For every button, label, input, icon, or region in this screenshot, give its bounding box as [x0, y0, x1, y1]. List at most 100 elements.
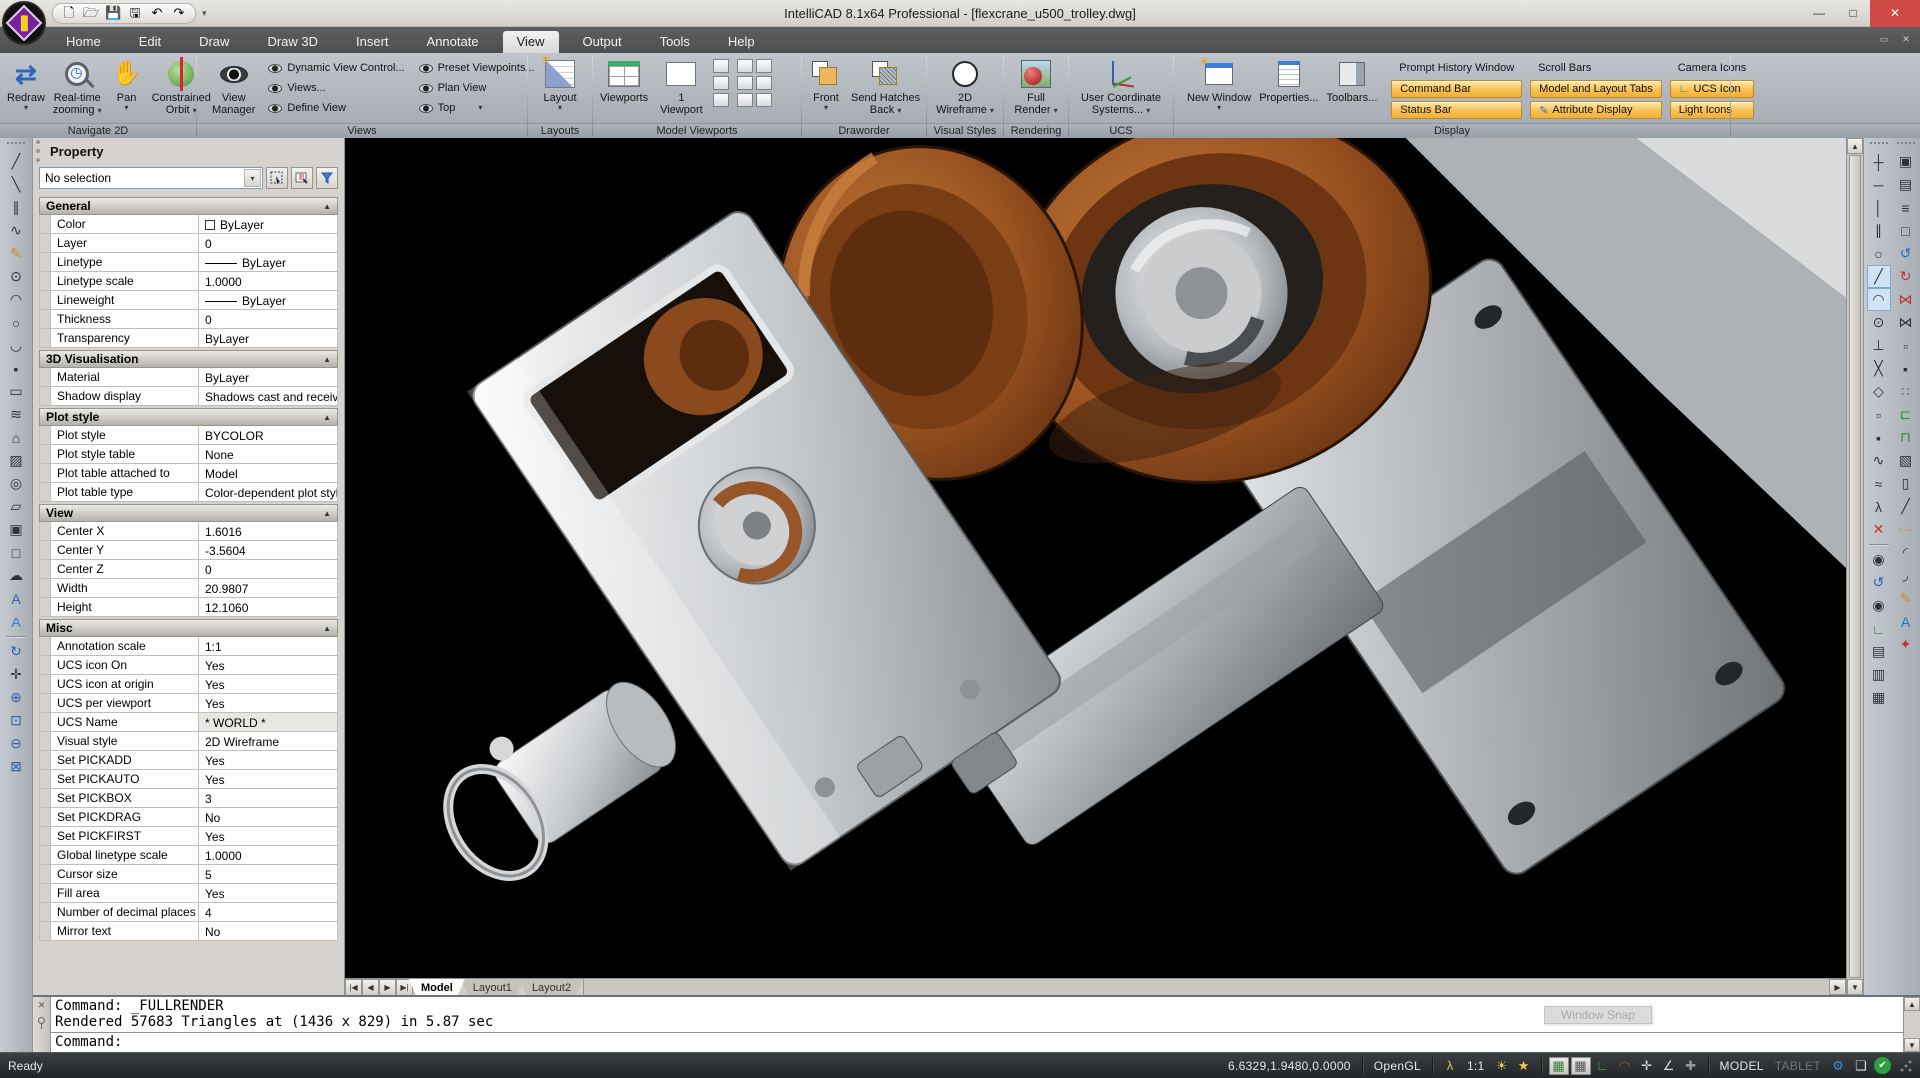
text-tool-icon[interactable]: A [4, 587, 28, 610]
tab-layout2[interactable]: Layout2 [520, 979, 583, 995]
polar-icon[interactable]: ◠ [1615, 1057, 1635, 1075]
property-value[interactable]: 1:1 [199, 637, 337, 655]
text-edit-icon[interactable]: A [1894, 610, 1918, 633]
esnap-icon[interactable]: ✛ [1637, 1057, 1657, 1075]
settings-gear-icon[interactable]: ⚙ [1828, 1057, 1848, 1075]
collapse-arrow-icon[interactable]: ▲ [323, 413, 331, 422]
viewport-two-vertical-icon[interactable] [713, 59, 729, 73]
offset-icon[interactable]: ≡ [1894, 196, 1918, 219]
rotate-icon[interactable]: ↺ [1894, 242, 1918, 265]
boundary-tool-icon[interactable]: □ [4, 541, 28, 564]
display-toggle-prompt-history-window[interactable]: Prompt History Window [1391, 59, 1522, 77]
select-crossing-icon[interactable]: ▪ [1894, 357, 1918, 380]
select-window-icon[interactable]: ▫ [1894, 334, 1918, 357]
property-row-plot-style[interactable]: Plot styleBYCOLOR [39, 426, 338, 445]
property-value[interactable]: ByLayer [199, 291, 337, 309]
close-button[interactable]: ✕ [1870, 0, 1920, 27]
view-box-front-icon[interactable]: ▥ [1867, 663, 1891, 686]
viewport-off-icon[interactable] [756, 76, 772, 90]
tab-model[interactable]: Model [409, 979, 465, 995]
property-row-cursor-size[interactable]: Cursor size5 [39, 865, 338, 884]
chevron-down-icon[interactable]: ▾ [244, 169, 261, 187]
previous-tab-button[interactable]: ◀ [362, 979, 379, 995]
property-row-set-pickauto[interactable]: Set PICKAUTOYes [39, 770, 338, 789]
toolbars-button[interactable]: Toolbars... [1323, 55, 1382, 104]
viewport-three-icon[interactable] [713, 76, 729, 90]
paste-icon[interactable]: □ [1894, 219, 1918, 242]
section-header-misc[interactable]: Misc▲ [39, 619, 338, 637]
magic-wand-icon[interactable]: ✦ [1894, 633, 1918, 656]
dropdown-arrow-icon[interactable]: ▾ [478, 104, 482, 112]
redraw-button[interactable]: ⇄ Redraw ▾ [3, 55, 49, 112]
open-file-icon[interactable]: 🗁 [83, 5, 99, 21]
annotation-visibility-icon[interactable]: ☀ [1492, 1057, 1512, 1075]
property-row-number-of-decimal-places[interactable]: Number of decimal places4 [39, 903, 338, 922]
property-value[interactable]: None [199, 445, 337, 463]
snap-endpoint-icon[interactable]: ─ [1867, 173, 1891, 196]
property-row-shadow-display[interactable]: Shadow displayShadows cast and received [39, 387, 338, 406]
chamfer-icon[interactable]: ◞ [1894, 564, 1918, 587]
one-viewport-button[interactable]: 1 Viewport [656, 55, 707, 116]
display-toggle-attribute-display[interactable]: Attribute Display [1530, 101, 1662, 119]
annotation-scale-value[interactable]: 1:1 [1463, 1059, 1489, 1073]
freehand-sketch-tool-icon[interactable]: ✎ [4, 242, 28, 265]
snap-arc-icon[interactable]: ◠ [1867, 288, 1891, 311]
view-manager-button[interactable]: View Manager [208, 55, 259, 116]
property-row-width[interactable]: Width20.9807 [39, 579, 338, 598]
viewport-canvas[interactable] [345, 138, 1846, 978]
redo-icon[interactable]: ↷ [171, 5, 187, 21]
circle-tool-icon[interactable]: ⊙ [4, 265, 28, 288]
snap-midpoint-icon[interactable]: │ [1867, 196, 1891, 219]
coordinates-readout[interactable]: 6.6329,1.9480,0.0000 [1224, 1059, 1355, 1073]
pan-tool-icon[interactable]: ✛ [4, 663, 28, 686]
minimize-button[interactable]: — [1802, 0, 1836, 27]
copy-icon[interactable]: ▣ [1894, 150, 1918, 173]
collapse-arrow-icon[interactable]: ▲ [323, 509, 331, 518]
property-value[interactable]: Color-dependent plot style [199, 483, 337, 501]
tab-layout1[interactable]: Layout1 [461, 979, 524, 995]
collapse-arrow-icon[interactable]: ▲ [323, 202, 331, 211]
property-value[interactable]: 3 [199, 789, 337, 807]
menu-tab-output[interactable]: Output [569, 31, 636, 53]
property-value[interactable]: 1.0000 [199, 272, 337, 290]
property-row-set-pickfirst[interactable]: Set PICKFIRSTYes [39, 827, 338, 846]
property-value[interactable]: 0 [199, 310, 337, 328]
dropdown-arrow-icon[interactable]: ▾ [24, 104, 28, 112]
undo-icon[interactable]: ↶ [149, 5, 165, 21]
mtext-tool-icon[interactable]: A [4, 610, 28, 633]
property-value[interactable]: Model [199, 464, 337, 482]
section-header-general[interactable]: General▲ [39, 197, 338, 215]
dropdown-arrow-icon[interactable]: ▾ [824, 104, 828, 112]
snap-line-icon[interactable]: ╱ [1867, 265, 1891, 288]
plan-view-icon[interactable]: ∟ [1867, 617, 1891, 640]
property-value[interactable]: Yes [199, 694, 337, 712]
property-value[interactable]: 1.6016 [199, 522, 337, 540]
view-box-iso-icon[interactable]: ▦ [1867, 686, 1891, 709]
property-value[interactable]: 4 [199, 903, 337, 921]
property-value[interactable]: 1.0000 [199, 846, 337, 864]
menu-tab-draw-3d[interactable]: Draw 3D [253, 31, 332, 53]
property-row-mirror-text[interactable]: Mirror textNo [39, 922, 338, 941]
viewports-button[interactable]: Viewports [596, 55, 652, 104]
dropdown-arrow-icon[interactable]: ▾ [125, 104, 129, 112]
snap-parallel-icon[interactable]: ∥ [1867, 219, 1891, 242]
display-toggle-status-bar[interactable]: Status Bar [1391, 101, 1522, 119]
etrack-icon[interactable]: ∠ [1659, 1057, 1679, 1075]
save-as-icon[interactable]: 🖫 [127, 5, 143, 21]
viewport-vscrollbar[interactable]: ▲ ▼ [1846, 138, 1863, 995]
run-person-icon[interactable]: λ [1867, 495, 1891, 518]
scroll-up-arrow-icon[interactable]: ▲ [1847, 138, 1863, 154]
measure-icon[interactable]: ⋯ [1894, 518, 1918, 541]
quick-select-button[interactable] [291, 167, 313, 189]
view-box-top-icon[interactable]: ▤ [1867, 640, 1891, 663]
property-row-ucs-per-viewport[interactable]: UCS per viewportYes [39, 694, 338, 713]
viewport-join-icon[interactable] [737, 93, 753, 107]
zoom-out-tool-icon[interactable]: ⊖ [4, 732, 28, 755]
menu-tab-help[interactable]: Help [714, 31, 769, 53]
new-file-icon[interactable]: 🗋 [61, 5, 77, 21]
section-header-plot-style[interactable]: Plot style▲ [39, 408, 338, 426]
toolbar-grip[interactable] [1897, 142, 1915, 147]
property-row-ucs-icon-on[interactable]: UCS icon OnYes [39, 656, 338, 675]
align-icon[interactable]: ▯ [1894, 472, 1918, 495]
mdi-close-button[interactable]: ✕ [1898, 32, 1914, 46]
